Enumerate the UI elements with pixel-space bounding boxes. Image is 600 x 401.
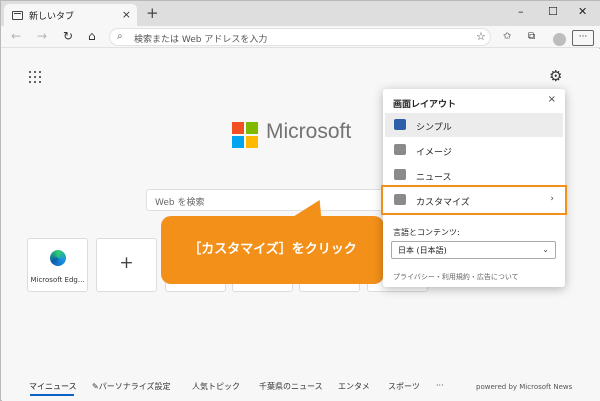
minimize-button[interactable]: – [518,5,524,18]
instruction-callout: ［カスタマイズ］をクリック [161,216,384,284]
tab-page-icon [12,10,23,20]
language-select[interactable]: 日本 (日本語) ⌄ [391,241,556,259]
profile-avatar[interactable] [553,33,566,46]
tab-title: 新しいタブ [29,11,75,22]
add-quick-link-button[interactable]: + [96,238,157,292]
news-tab-sports[interactable]: スポーツ [388,381,420,392]
maximize-button[interactable]: ☐ [548,5,558,18]
forward-button[interactable]: → [37,29,47,43]
news-tab-trending[interactable]: 人気トピック [192,381,240,392]
option-label: イメージ [416,148,452,158]
language-heading: 言語とコンテンツ: [393,228,460,237]
simple-layout-icon [394,119,406,130]
news-tab-label: パーソナライズ設定 [98,382,171,391]
tab-close-icon[interactable]: × [122,8,131,21]
pencil-icon: ✎ [92,382,99,391]
collections-icon[interactable]: ⧉ [528,31,535,42]
close-icon[interactable]: × [548,94,556,105]
layout-option-news[interactable]: ニュース [385,163,563,187]
microsoft-logo-text: Microsoft [266,120,352,143]
language-value: 日本 (日本語) [398,246,447,255]
chevron-down-icon: ⌄ [542,245,549,254]
news-tab-my-news[interactable]: マイニュース [29,381,77,392]
active-tab-underline [30,394,74,396]
search-input[interactable]: Web を検索 [155,195,204,208]
back-button[interactable]: ← [11,29,21,43]
quick-link-label: Microsoft Edg... [30,276,85,284]
layout-option-image[interactable]: イメージ [385,138,563,162]
layout-option-simple[interactable]: シンプル [385,113,563,137]
news-tab-entertainment[interactable]: エンタメ [338,381,370,392]
gear-icon[interactable]: ⚙ [549,67,562,85]
close-window-button[interactable]: ✕ [578,5,587,18]
news-more-button[interactable]: ··· [436,381,444,390]
edge-icon [50,250,66,266]
new-tab-button[interactable]: + [146,4,159,22]
microsoft-logo-icon [232,122,259,149]
favorites-icon[interactable]: ✩ [503,31,511,42]
quick-link-edge[interactable]: Microsoft Edg... [27,238,88,292]
address-input[interactable]: 検索または Web アドレスを入力 [134,32,267,45]
search-icon: ⌕ [117,31,123,42]
refresh-button[interactable]: ↻ [63,29,73,43]
tab-bar: 新しいタブ × + – ☐ ✕ [1,1,600,26]
news-layout-icon [394,169,406,180]
privacy-terms-link[interactable]: プライバシー・利用規約・広告について [393,272,519,282]
option-label: ニュース [416,173,452,183]
panel-title: 画面レイアウト [393,100,457,110]
favorite-star-icon[interactable]: ☆ [476,30,486,43]
powered-by-label: powered by Microsoft News [476,383,573,391]
option-label: シンプル [416,123,452,133]
address-bar[interactable]: ⌕ 検索または Web アドレスを入力 [109,28,491,46]
image-layout-icon [394,144,406,155]
home-button[interactable]: ⌂ [88,29,96,43]
customize-highlight-box [381,185,567,215]
navigation-bar: ← → ↻ ⌂ ⌕ 検索または Web アドレスを入力 ☆ ✩ ⧉ ··· [1,26,600,48]
browser-window: 新しいタブ × + – ☐ ✕ ← → ↻ ⌂ ⌕ 検索または Web アドレス… [0,0,600,401]
app-launcher-icon[interactable] [29,71,41,83]
web-search-box[interactable]: Web を検索 [146,189,388,211]
settings-more-button[interactable]: ··· [572,30,594,46]
tab-new-tab[interactable]: 新しいタブ × [4,4,137,26]
news-tab-local[interactable]: 千葉県のニュース [259,381,323,392]
news-tab-personalize[interactable]: ✎パーソナライズ設定 [92,381,170,392]
plus-icon: + [119,253,134,273]
callout-text: ［カスタマイズ］をクリック [188,242,357,257]
news-feed-bar: マイニュース ✎パーソナライズ設定 人気トピック 千葉県のニュース エンタメ ス… [2,373,600,401]
